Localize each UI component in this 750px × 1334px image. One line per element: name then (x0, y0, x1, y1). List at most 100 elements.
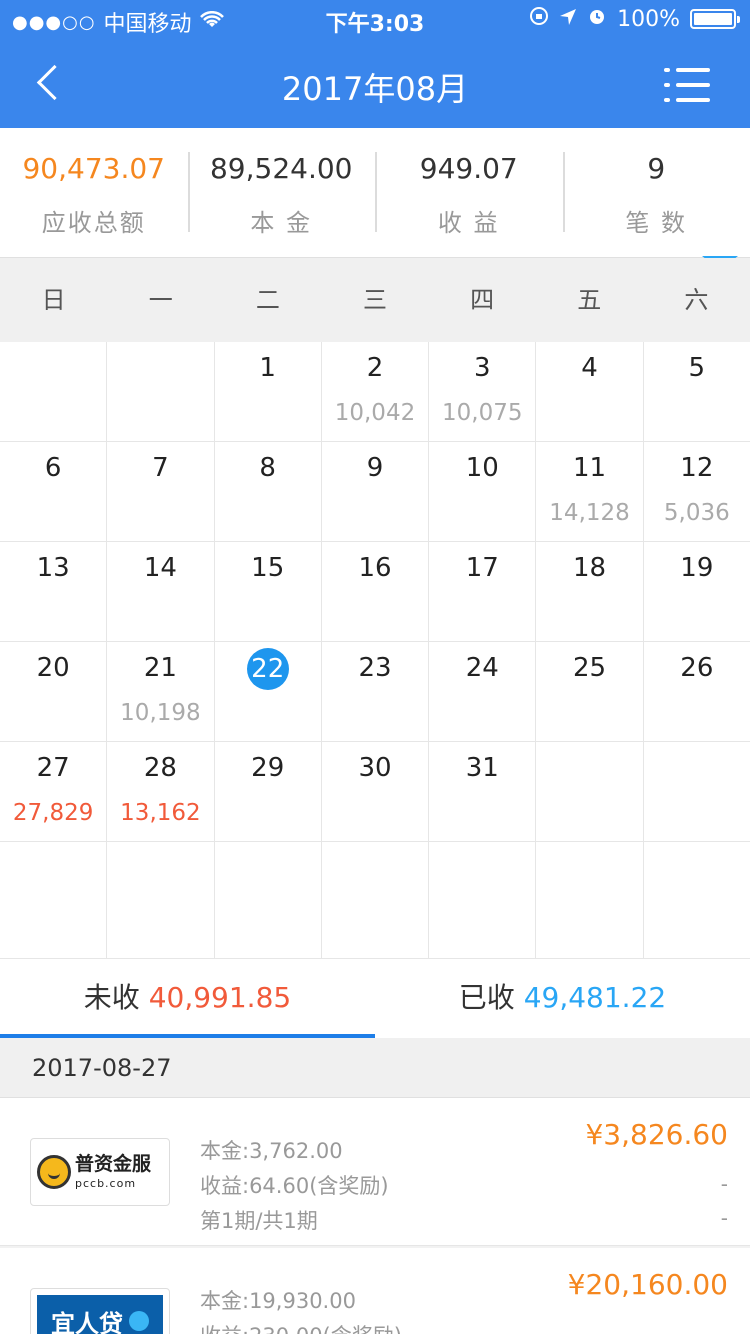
day-number-text: 23 (358, 653, 392, 683)
tab-unreceived[interactable]: 未收 40,991.85 (0, 959, 375, 1038)
calendar-day-17[interactable]: 17 (429, 542, 537, 641)
item-info: 本金:19,930.00 收益:230.00(含奖励) (200, 1284, 402, 1334)
calendar-day-22[interactable]: 22 (215, 642, 322, 741)
calendar-week-row: 1 2 10,042 3 10,075 4 5 (0, 342, 750, 442)
alarm-icon (587, 6, 607, 32)
day-number: 25 (536, 648, 642, 688)
calendar-day-4[interactable]: 4 (536, 342, 644, 441)
list-menu-line (676, 83, 710, 87)
day-number-text: 13 (36, 553, 70, 583)
people-logo-icon (129, 1311, 149, 1331)
tab-amount: 40,991.85 (148, 981, 292, 1014)
calendar-day-29[interactable]: 29 (215, 742, 322, 841)
platform-logo: 普资金服 pccb.com (30, 1138, 170, 1206)
calendar-day-23[interactable]: 23 (322, 642, 430, 741)
day-number: 1 (215, 348, 321, 388)
logo-name: 普资金服 (75, 1153, 152, 1175)
day-number: 28 (107, 748, 213, 788)
status-bar: ●●●○○ 中国移动 下午3:03 100% (0, 0, 750, 40)
list-item[interactable]: 普资金服 pccb.com 本金:3,762.00 收益:64.60(含奖励) … (0, 1098, 750, 1246)
calendar-day-19[interactable]: 19 (644, 542, 750, 641)
day-number-text: 2 (366, 353, 384, 383)
calendar-day-27[interactable]: 27 27,829 (0, 742, 108, 841)
calendar-grid: 1 2 10,042 3 10,075 4 5 6 7 8 9 10 11 14,128 12 5,036 13… (0, 342, 750, 958)
day-amount: 27,829 (12, 800, 94, 826)
tab-label: 已收 (458, 981, 515, 1014)
calendar-day-18[interactable]: 18 (536, 542, 644, 641)
calendar-day-16[interactable]: 16 (322, 542, 430, 641)
calendar-empty-cell (322, 842, 430, 958)
summary-label: 笔 数 (625, 209, 688, 237)
day-number: 10 (429, 448, 535, 488)
day-number-text: 31 (465, 753, 499, 783)
calendar-day-14[interactable]: 14 (107, 542, 215, 641)
receipt-tabs: 未收 40,991.85 已收 49,481.22 (0, 958, 750, 1038)
day-amount: 10,075 (442, 400, 523, 426)
day-number: 30 (322, 748, 428, 788)
day-number-text: 3 (473, 353, 491, 383)
calendar-day-24[interactable]: 24 (429, 642, 537, 741)
calendar-day-1[interactable]: 1 (215, 342, 322, 441)
item-amount: ¥20,160.00 (567, 1268, 728, 1301)
day-amount: 10,198 (120, 700, 201, 726)
day-number-text: 10 (465, 453, 499, 483)
calendar-day-9[interactable]: 9 (322, 442, 430, 541)
day-amount: 13,162 (120, 800, 201, 826)
day-number-text: 24 (465, 653, 499, 683)
calendar-day-11[interactable]: 11 14,128 (536, 442, 644, 541)
day-number-text: 19 (680, 553, 714, 583)
summary-value: 949.07 (419, 152, 518, 185)
logo-name: 宜人贷 (51, 1309, 123, 1334)
day-number: 8 (215, 448, 321, 488)
day-number: 19 (644, 548, 750, 588)
calendar-day-5[interactable]: 5 (644, 342, 750, 441)
calendar-day-21[interactable]: 21 10,198 (107, 642, 215, 741)
summary-value: 9 (647, 152, 666, 185)
item-status: - (720, 1172, 728, 1196)
summary-principal: 89,524.00 本 金 (187, 128, 376, 257)
calendar-day-8[interactable]: 8 (215, 442, 322, 541)
list-menu-dot (664, 98, 670, 102)
calendar-day-26[interactable]: 26 (644, 642, 750, 741)
calendar-day-6[interactable]: 6 (0, 442, 108, 541)
day-number-text: 11 (573, 453, 607, 483)
calendar-day-12[interactable]: 12 5,036 (644, 442, 750, 541)
list-menu-button[interactable] (664, 68, 710, 102)
day-number-text: 25 (573, 653, 607, 683)
calendar-empty-cell (215, 842, 322, 958)
day-number-text: 16 (358, 553, 392, 583)
nav-title[interactable]: 2017年08月 (0, 64, 750, 110)
day-number-text: 26 (680, 653, 714, 683)
summary-label: 本 金 (250, 209, 313, 237)
calendar-day-3[interactable]: 3 10,075 (429, 342, 537, 441)
day-amount: 14,128 (549, 500, 630, 526)
calendar-day-20[interactable]: 20 (0, 642, 108, 741)
calendar-day-13[interactable]: 13 (0, 542, 108, 641)
tab-label: 未收 (83, 981, 140, 1014)
day-number: 22 (215, 648, 321, 690)
calendar-week-row: 20 21 10,198 22 23 24 25 26 (0, 642, 750, 742)
day-amount: 5,036 (663, 500, 730, 526)
list-item[interactable]: 宜人贷 本金:19,930.00 收益:230.00(含奖励) ¥20,160.… (0, 1248, 750, 1334)
day-number-text: 21 (143, 653, 177, 683)
day-number: 11 (536, 448, 642, 488)
calendar-empty-cell (107, 342, 215, 441)
calendar-day-15[interactable]: 15 (215, 542, 322, 641)
calendar-day-10[interactable]: 10 (429, 442, 537, 541)
tab-received[interactable]: 已收 49,481.22 (375, 959, 750, 1038)
day-number: 16 (322, 548, 428, 588)
calendar-empty-cell (644, 742, 750, 841)
weekday-label: 一 (148, 286, 173, 314)
day-number: 7 (107, 448, 213, 488)
calendar-day-30[interactable]: 30 (322, 742, 430, 841)
summary-label: 收 益 (437, 209, 500, 237)
calendar-day-28[interactable]: 28 13,162 (107, 742, 215, 841)
day-number-text: 17 (465, 553, 499, 583)
calendar-empty-cell (644, 842, 750, 958)
calendar-day-2[interactable]: 2 10,042 (322, 342, 430, 441)
calendar-day-25[interactable]: 25 (536, 642, 644, 741)
calendar-day-31[interactable]: 31 (429, 742, 537, 841)
day-number-text: 4 (581, 353, 598, 383)
calendar-day-7[interactable]: 7 (107, 442, 215, 541)
summary-income: 949.07 收 益 (375, 128, 563, 257)
